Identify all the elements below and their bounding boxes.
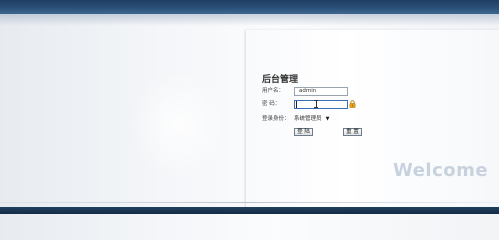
- footer-divider: [0, 202, 499, 203]
- reset-button[interactable]: 重 置: [343, 128, 362, 136]
- password-label: 密 码：: [262, 101, 281, 107]
- login-button[interactable]: 登 陆: [294, 128, 313, 136]
- text-caret: [296, 101, 297, 108]
- role-select[interactable]: 系统管理员 ▼: [294, 115, 330, 123]
- login-title: 后台管理: [262, 75, 299, 85]
- role-label: 登录身份：: [262, 116, 290, 122]
- password-input[interactable]: [294, 100, 348, 109]
- welcome-watermark: Welcome: [393, 160, 489, 181]
- header-shadow: [0, 14, 499, 26]
- username-label: 用户名：: [262, 88, 285, 94]
- bottom-footer-bar: [0, 207, 499, 214]
- lock-icon: [349, 100, 356, 108]
- username-input[interactable]: admin: [294, 87, 348, 96]
- background-glow: [130, 70, 225, 180]
- text-cursor-icon: [314, 100, 318, 108]
- chevron-down-icon: ▼: [325, 116, 330, 122]
- top-header-bar: [0, 0, 499, 14]
- role-select-value: 系统管理员: [294, 116, 322, 122]
